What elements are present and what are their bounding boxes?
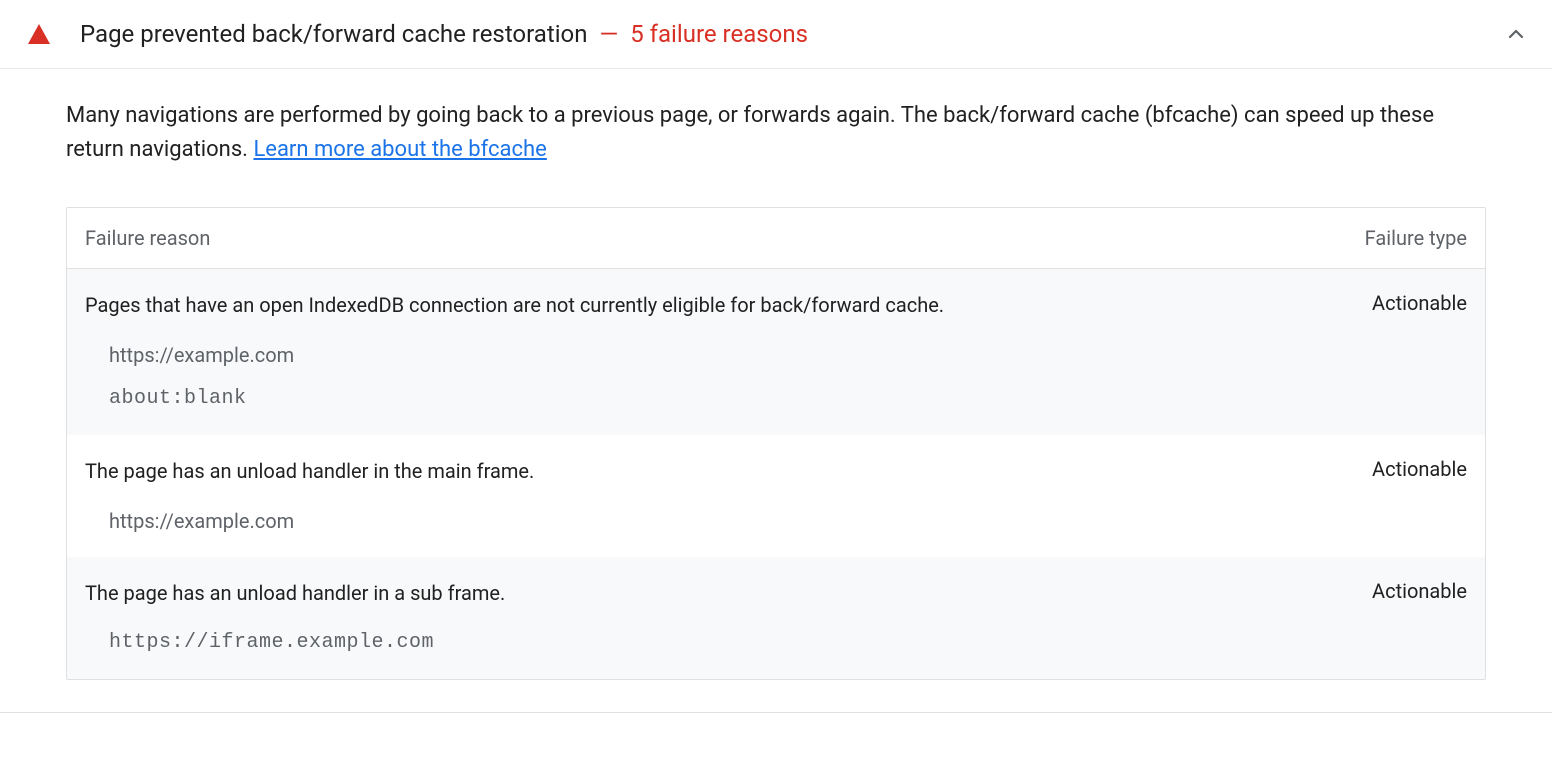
chevron-up-icon: [1504, 22, 1528, 46]
failure-table: Failure reason Failure type Pages that h…: [66, 207, 1486, 680]
audit-panel: Page prevented back/forward cache restor…: [0, 0, 1552, 713]
table-row: The page has an unload handler in the ma…: [67, 435, 1485, 557]
column-header-type: Failure type: [1317, 226, 1467, 250]
failure-reason: The page has an unload handler in a sub …: [85, 579, 1317, 607]
audit-body: Many navigations are performed by going …: [0, 69, 1552, 712]
url-item: https://iframe.example.com: [109, 629, 1467, 657]
warning-triangle-icon: [28, 24, 50, 44]
table-row: The page has an unload handler in a sub …: [67, 557, 1485, 679]
url-item: https://example.com: [109, 341, 1467, 369]
audit-dash: —: [599, 20, 618, 48]
url-list: https://example.com about:blank: [85, 341, 1467, 413]
audit-failure-count: 5 failure reasons: [630, 20, 808, 48]
failure-type: Actionable: [1317, 457, 1467, 485]
table-body: Pages that have an open IndexedDB connec…: [67, 269, 1485, 679]
audit-title: Page prevented back/forward cache restor…: [80, 20, 587, 48]
audit-header[interactable]: Page prevented back/forward cache restor…: [0, 0, 1552, 69]
url-list: https://iframe.example.com: [85, 629, 1467, 657]
column-header-reason: Failure reason: [85, 226, 1317, 250]
url-list: https://example.com: [85, 507, 1467, 535]
failure-type: Actionable: [1317, 579, 1467, 607]
audit-description: Many navigations are performed by going …: [66, 99, 1486, 167]
failure-reason: Pages that have an open IndexedDB connec…: [85, 291, 1317, 319]
table-header: Failure reason Failure type: [67, 208, 1485, 269]
failure-type: Actionable: [1317, 291, 1467, 319]
failure-reason: The page has an unload handler in the ma…: [85, 457, 1317, 485]
url-item: https://example.com: [109, 507, 1467, 535]
learn-more-link[interactable]: Learn more about the bfcache: [253, 137, 546, 162]
table-row: Pages that have an open IndexedDB connec…: [67, 269, 1485, 435]
url-item: about:blank: [109, 385, 1467, 413]
